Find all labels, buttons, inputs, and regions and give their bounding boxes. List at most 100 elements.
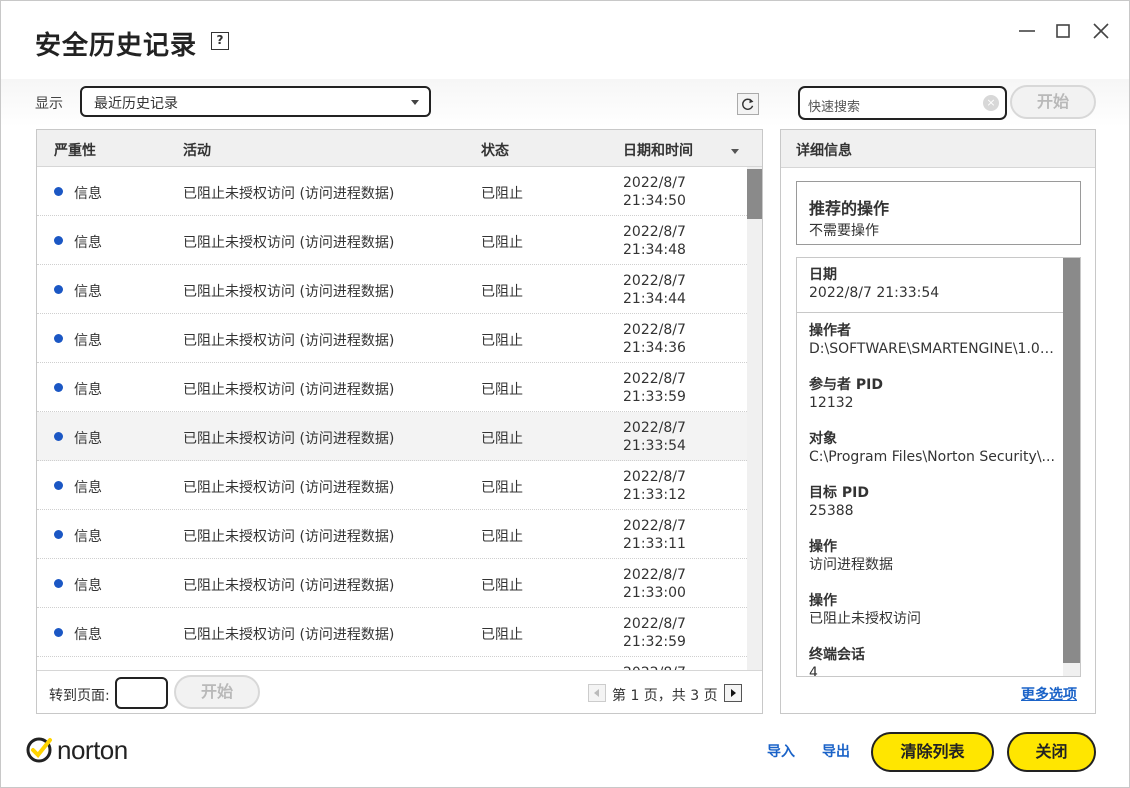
details-scrollbar-thumb[interactable] xyxy=(1063,258,1080,663)
datetime-cell: 2022/8/7 21:33:54 xyxy=(623,419,686,455)
next-page-icon[interactable] xyxy=(724,684,742,702)
table-row[interactable]: 信息 已阻止未授权访问 (访问进程数据) 已阻止 2022/8/7 21:34:36 xyxy=(37,314,747,363)
datetime-cell: 2022/8/7 21:34:44 xyxy=(623,272,686,308)
time-text: 21:34:48 xyxy=(623,242,686,258)
detail-field-value: D:\SOFTWARE\SMARTENGINE\1.0.... xyxy=(809,341,1057,357)
status-cell: 已阻止 xyxy=(481,480,523,496)
table-row[interactable]: 信息 已阻止未授权访问 (访问进程数据) 已阻止 2022/8/7 21:34:50 xyxy=(37,167,747,216)
table-row[interactable]: 信息 已阻止未授权访问 (访问进程数据) 已阻止 2022/8/7 21:33:11 xyxy=(37,510,747,559)
title-bar: 安全历史记录 ? xyxy=(1,1,1129,83)
table-header: 严重性 活动 状态 日期和时间 xyxy=(37,130,762,167)
table-body: 信息 已阻止未授权访问 (访问进程数据) 已阻止 2022/8/7 21:34:50 信息… xyxy=(37,167,747,670)
clear-list-button[interactable]: 清除列表 xyxy=(871,732,994,772)
detail-field-label: 日期 xyxy=(809,267,837,283)
detail-field: 操作 已阻止未授权访问 xyxy=(809,592,1059,628)
details-title: 详细信息 xyxy=(796,143,852,159)
status-cell: 已阻止 xyxy=(481,529,523,545)
details-divider xyxy=(797,312,1063,313)
goto-page-button[interactable]: 开始 xyxy=(174,675,260,709)
details-scrollbar[interactable] xyxy=(1063,258,1080,676)
table-footer: 转到页面: 开始 第 1 页，共 3 页 xyxy=(37,670,762,713)
sort-descending-icon[interactable] xyxy=(731,149,739,154)
activity-cell: 已阻止未授权访问 (访问进程数据) xyxy=(183,284,395,300)
severity-info-icon xyxy=(54,187,63,196)
activity-cell: 已阻止未授权访问 (访问进程数据) xyxy=(183,186,395,202)
clear-search-icon[interactable]: × xyxy=(983,95,999,111)
history-table: 严重性 活动 状态 日期和时间 信息 已阻止未授权访问 (访问进程数据) 已阻止 20… xyxy=(36,129,763,714)
table-row[interactable]: 信息 已阻止未授权访问 (访问进程数据) 已阻止 2022/8/7 21:34:44 xyxy=(37,265,747,314)
date-text: 2022/8/7 xyxy=(623,616,686,632)
severity-info-icon xyxy=(54,285,63,294)
previous-page-icon[interactable] xyxy=(588,684,606,702)
close-button[interactable]: 关闭 xyxy=(1007,732,1096,772)
detail-field: 目标 PID 25388 xyxy=(809,484,1059,520)
detail-field: 终端会话 4 xyxy=(809,646,1059,676)
search-start-button[interactable]: 开始 xyxy=(1010,85,1096,119)
activity-cell: 已阻止未授权访问 (访问进程数据) xyxy=(183,333,395,349)
column-activity[interactable]: 活动 xyxy=(183,140,211,160)
table-row[interactable]: 信息 已阻止未授权访问 (访问进程数据) 已阻止 2022/8/7 21:32:59 xyxy=(37,608,747,657)
chevron-down-icon xyxy=(411,100,419,105)
table-row[interactable]: 2022/8/7 xyxy=(37,657,747,670)
column-datetime[interactable]: 日期和时间 xyxy=(623,140,693,160)
more-options-link[interactable]: 更多选项 xyxy=(1021,684,1077,704)
minimize-icon[interactable] xyxy=(1015,19,1039,43)
severity-info-icon xyxy=(54,334,63,343)
status-cell: 已阻止 xyxy=(481,382,523,398)
details-info-list: 日期 2022/8/7 21:33:54 操作者 D:\SOFTWARE\SMARTE… xyxy=(796,257,1081,677)
activity-cell: 已阻止未授权访问 (访问进程数据) xyxy=(183,529,395,545)
goto-page-input[interactable] xyxy=(115,677,168,709)
severity-info-icon xyxy=(54,432,63,441)
recommended-action-box: 推荐的操作 不需要操作 xyxy=(796,181,1081,245)
column-severity[interactable]: 严重性 xyxy=(54,140,96,160)
detail-field: 操作者 D:\SOFTWARE\SMARTENGINE\1.0.... xyxy=(809,322,1059,358)
detail-field-label: 操作 xyxy=(809,593,837,609)
table-row[interactable]: 信息 已阻止未授权访问 (访问进程数据) 已阻止 2022/8/7 21:33:59 xyxy=(37,363,747,412)
activity-cell: 已阻止未授权访问 (访问进程数据) xyxy=(183,235,395,251)
datetime-cell: 2022/8/7 21:33:11 xyxy=(623,517,686,553)
detail-field: 操作 访问进程数据 xyxy=(809,538,1059,574)
date-text: 2022/8/7 xyxy=(623,175,686,191)
quick-search-input[interactable]: 快速搜索 × xyxy=(798,86,1007,120)
history-filter-select[interactable]: 最近历史记录 xyxy=(80,86,431,117)
severity-cell: 信息 xyxy=(74,186,102,202)
maximize-icon[interactable] xyxy=(1051,19,1075,43)
severity-cell: 信息 xyxy=(74,431,102,447)
close-icon[interactable] xyxy=(1089,19,1113,43)
refresh-icon[interactable] xyxy=(737,93,759,115)
norton-check-icon xyxy=(26,737,52,763)
detail-field-value: 2022/8/7 21:33:54 xyxy=(809,285,940,301)
details-header: 详细信息 xyxy=(781,130,1095,168)
table-row[interactable]: 信息 已阻止未授权访问 (访问进程数据) 已阻止 2022/8/7 21:33:12 xyxy=(37,461,747,510)
import-link[interactable]: 导入 xyxy=(767,741,795,761)
date-text: 2022/8/7 xyxy=(623,420,686,436)
detail-field-value: 12132 xyxy=(809,395,854,411)
time-text: 21:33:12 xyxy=(623,487,686,503)
table-scrollbar-thumb[interactable] xyxy=(747,169,762,219)
export-link[interactable]: 导出 xyxy=(822,741,850,761)
severity-info-icon xyxy=(54,481,63,490)
table-row[interactable]: 信息 已阻止未授权访问 (访问进程数据) 已阻止 2022/8/7 21:33:00 xyxy=(37,559,747,608)
recommended-action-title: 推荐的操作 xyxy=(809,199,890,218)
table-scrollbar[interactable] xyxy=(747,167,762,670)
detail-field-label: 终端会话 xyxy=(809,647,865,663)
status-cell: 已阻止 xyxy=(481,186,523,202)
severity-cell: 信息 xyxy=(74,235,102,251)
time-text: 21:32:59 xyxy=(623,634,686,650)
severity-cell: 信息 xyxy=(74,627,102,643)
status-cell: 已阻止 xyxy=(481,578,523,594)
table-row[interactable]: 信息 已阻止未授权访问 (访问进程数据) 已阻止 2022/8/7 21:34:48 xyxy=(37,216,747,265)
column-status[interactable]: 状态 xyxy=(481,140,509,160)
help-icon[interactable]: ? xyxy=(211,32,229,50)
detail-field-label: 目标 PID xyxy=(809,485,869,501)
show-label: 显示 xyxy=(35,96,63,112)
recommended-action-value: 不需要操作 xyxy=(809,223,879,239)
datetime-cell: 2022/8/7 21:33:59 xyxy=(623,370,686,406)
activity-cell: 已阻止未授权访问 (访问进程数据) xyxy=(183,431,395,447)
time-text: 21:34:44 xyxy=(623,291,686,307)
detail-field-value: 访问进程数据 xyxy=(809,557,893,573)
severity-cell: 信息 xyxy=(74,284,102,300)
goto-page-label: 转到页面: xyxy=(49,688,110,704)
severity-info-icon xyxy=(54,383,63,392)
table-row[interactable]: 信息 已阻止未授权访问 (访问进程数据) 已阻止 2022/8/7 21:33:54 xyxy=(37,412,747,461)
